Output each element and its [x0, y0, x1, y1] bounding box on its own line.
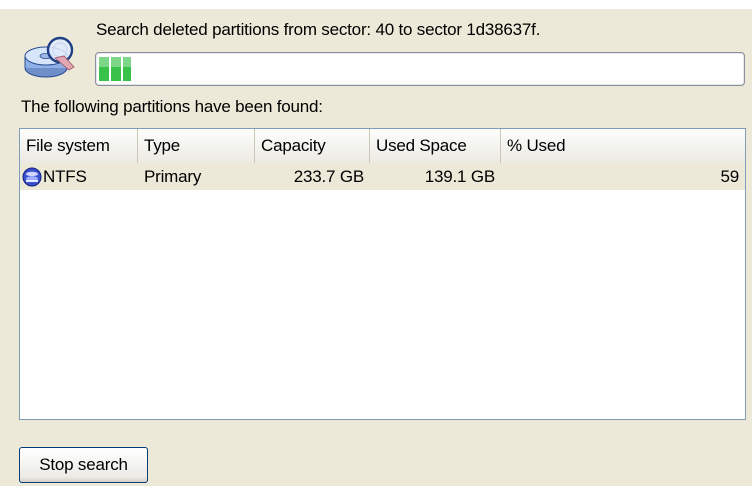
- column-used-space[interactable]: Used Space: [370, 129, 501, 163]
- column-percent-used[interactable]: % Used: [501, 129, 745, 163]
- ntfs-drive-icon: [22, 167, 42, 187]
- disk-search-icon: [22, 34, 80, 84]
- cell-file-system: NTFS: [20, 163, 138, 190]
- column-type[interactable]: Type: [138, 129, 255, 163]
- partition-row[interactable]: NTFS Primary 233.7 GB 139.1 GB 59: [20, 163, 745, 190]
- found-partitions-heading: The following partitions have been found…: [21, 97, 323, 116]
- file-system-value: NTFS: [43, 167, 87, 186]
- search-status-text: Search deleted partitions from sector: 4…: [96, 20, 541, 39]
- column-file-system[interactable]: File system: [20, 129, 138, 163]
- used-space-value: 139.1 GB: [424, 167, 495, 186]
- list-header: File system Type Capacity Used Space % U…: [20, 129, 745, 164]
- stop-search-button[interactable]: Stop search: [19, 447, 148, 483]
- percent-used-value: 59: [720, 167, 739, 186]
- column-capacity[interactable]: Capacity: [255, 129, 370, 163]
- partition-list[interactable]: File system Type Capacity Used Space % U…: [19, 128, 746, 420]
- capacity-value: 233.7 GB: [293, 167, 364, 186]
- type-value: Primary: [144, 167, 202, 186]
- search-progress-bar: [95, 52, 745, 86]
- top-border: [0, 0, 752, 9]
- partition-search-dialog: Search deleted partitions from sector: 4…: [0, 0, 752, 488]
- progress-fill: [99, 57, 132, 81]
